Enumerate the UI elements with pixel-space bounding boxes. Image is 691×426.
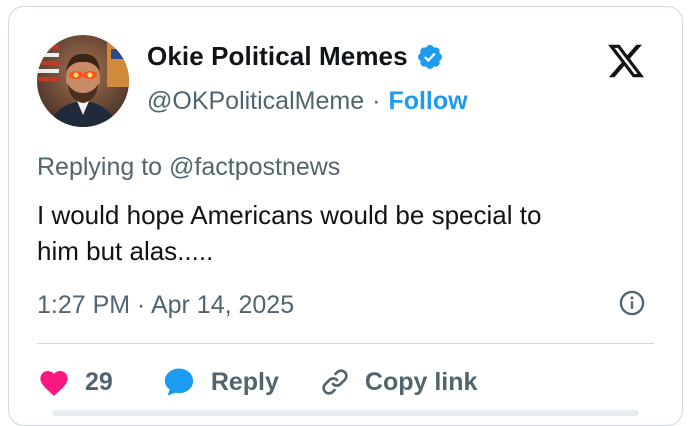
handle-row: @OKPoliticalMeme · Follow: [147, 87, 468, 116]
reply-button[interactable]: Reply: [161, 365, 279, 399]
tweet-text: I would hope Americans would be special …: [37, 197, 657, 269]
like-button[interactable]: 29: [37, 367, 113, 397]
verified-badge-icon: [416, 43, 444, 71]
tweet-card: Okie Political Memes @OKPoliticalMeme · …: [8, 6, 683, 426]
info-icon[interactable]: [618, 289, 646, 317]
author-name-row: Okie Political Memes: [147, 41, 444, 72]
action-bar: 29 Reply Copy link: [37, 365, 477, 399]
copy-link-button[interactable]: Copy link: [319, 366, 478, 398]
reply-bubble-icon: [161, 365, 197, 399]
copy-link-label: Copy link: [364, 367, 478, 396]
tweet-text-line: I would hope Americans would be special …: [37, 200, 542, 230]
timestamp[interactable]: 1:27 PM · Apr 14, 2025: [37, 291, 294, 320]
read-replies-bar[interactable]: [52, 410, 639, 416]
author-handle[interactable]: @OKPoliticalMeme: [147, 87, 364, 116]
heart-icon: [37, 367, 71, 397]
like-count: 29: [85, 367, 113, 396]
link-icon: [319, 366, 351, 398]
replying-to: Replying to @factpostnews: [37, 153, 341, 181]
reply-label: Reply: [210, 367, 279, 396]
tweet-text-line: him but alas.....: [37, 236, 214, 266]
divider: [37, 343, 654, 344]
separator-dot: ·: [372, 87, 381, 115]
avatar[interactable]: [37, 35, 129, 127]
author-name[interactable]: Okie Political Memes: [147, 41, 408, 72]
follow-button[interactable]: Follow: [388, 87, 467, 116]
x-logo-icon[interactable]: [606, 41, 646, 81]
